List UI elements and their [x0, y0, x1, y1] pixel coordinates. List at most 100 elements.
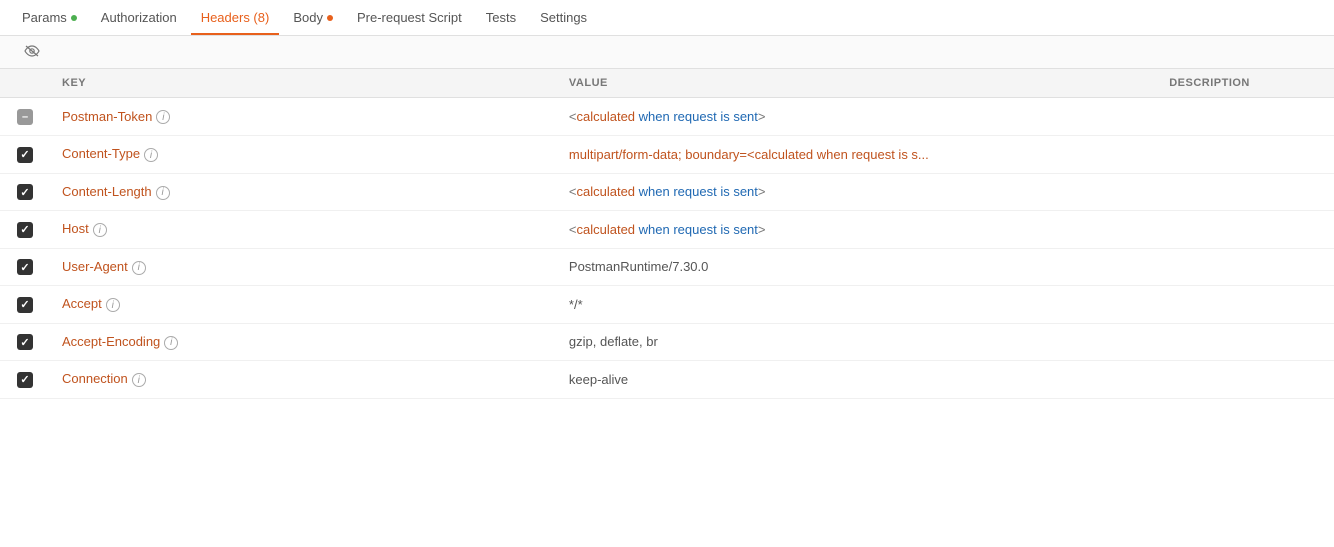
tab-headers[interactable]: Headers (8): [191, 0, 280, 35]
value-text: PostmanRuntime/7.30.0: [569, 259, 708, 274]
tab-authorization[interactable]: Authorization: [91, 0, 187, 35]
checkbox[interactable]: [17, 259, 33, 275]
row-description-cell: [1157, 211, 1334, 249]
row-checkbox-cell[interactable]: [0, 323, 50, 361]
table-row: User-Agent i PostmanRuntime/7.30.0: [0, 248, 1334, 286]
value-text: */*: [569, 297, 583, 312]
row-key-cell: Connection i: [50, 361, 557, 399]
tab-params-label: Params: [22, 10, 67, 25]
checkbox[interactable]: [17, 372, 33, 388]
table-header-row: KEY VALUE DESCRIPTION: [0, 69, 1334, 98]
row-checkbox-cell[interactable]: [0, 361, 50, 399]
checkbox[interactable]: [17, 147, 33, 163]
row-description-cell: [1157, 136, 1334, 174]
tab-tests-label: Tests: [486, 10, 516, 25]
params-dot: [71, 15, 77, 21]
key-text: Accept: [62, 296, 102, 311]
table-row: Hosti <calculated when request is sent>: [0, 211, 1334, 249]
row-key-cell: Hosti: [50, 211, 557, 249]
value-text: <calculated when request is sent>: [569, 109, 766, 124]
row-checkbox-cell[interactable]: [0, 98, 50, 136]
row-value-cell: <calculated when request is sent>: [557, 173, 1157, 211]
col-header-description: DESCRIPTION: [1157, 69, 1334, 98]
info-icon[interactable]: i: [132, 261, 146, 275]
row-key-cell: Content-Length i: [50, 173, 557, 211]
checkbox[interactable]: [17, 184, 33, 200]
value-text: <calculated when request is sent>: [569, 184, 766, 199]
eye-icon: [24, 44, 40, 60]
key-text: Accept-Encoding: [62, 334, 160, 349]
checkbox-checked[interactable]: [17, 147, 33, 163]
tab-settings[interactable]: Settings: [530, 0, 597, 35]
checkbox[interactable]: [17, 334, 33, 350]
col-header-value: VALUE: [557, 69, 1157, 98]
checkbox-checked[interactable]: [17, 222, 33, 238]
row-description-cell: [1157, 248, 1334, 286]
table-row: Postman-Token i <calculated when request i…: [0, 98, 1334, 136]
row-value-cell: <calculated when request is sent>: [557, 211, 1157, 249]
checkbox-checked[interactable]: [17, 184, 33, 200]
tab-body[interactable]: Body: [283, 0, 343, 35]
info-icon[interactable]: i: [93, 223, 107, 237]
row-key-cell: Accepti: [50, 286, 557, 324]
col-header-check: [0, 69, 50, 98]
value-text: multipart/form-data; boundary=<calculate…: [569, 147, 929, 162]
row-value-cell: multipart/form-data; boundary=<calculate…: [557, 136, 1157, 174]
table-row: Accept-Encoding i gzip, deflate, br: [0, 323, 1334, 361]
subtoolbar: [0, 36, 1334, 69]
row-checkbox-cell[interactable]: [0, 211, 50, 249]
checkbox[interactable]: [17, 297, 33, 313]
checkbox[interactable]: [17, 109, 33, 125]
checkbox-partial[interactable]: [17, 109, 33, 125]
tab-tests[interactable]: Tests: [476, 0, 526, 35]
key-text: User-Agent: [62, 259, 128, 274]
tab-bar: Params Authorization Headers (8) Body Pr…: [0, 0, 1334, 36]
row-description-cell: [1157, 98, 1334, 136]
tab-settings-label: Settings: [540, 10, 587, 25]
tab-params[interactable]: Params: [12, 0, 87, 35]
row-value-cell: keep-alive: [557, 361, 1157, 399]
key-text: Content-Length: [62, 184, 152, 199]
info-icon[interactable]: i: [156, 110, 170, 124]
value-text: <calculated when request is sent>: [569, 222, 766, 237]
info-icon[interactable]: i: [106, 298, 120, 312]
row-description-cell: [1157, 361, 1334, 399]
row-value-cell: <calculated when request is sent>: [557, 98, 1157, 136]
tab-pre-request-script[interactable]: Pre-request Script: [347, 0, 472, 35]
key-text: Postman-Token: [62, 109, 152, 124]
col-header-key: KEY: [50, 69, 557, 98]
row-checkbox-cell[interactable]: [0, 136, 50, 174]
info-icon[interactable]: i: [156, 186, 170, 200]
row-key-cell: Accept-Encoding i: [50, 323, 557, 361]
info-icon[interactable]: i: [144, 148, 158, 162]
row-description-cell: [1157, 286, 1334, 324]
row-checkbox-cell[interactable]: [0, 173, 50, 211]
table-row: Connection i keep-alive: [0, 361, 1334, 399]
row-description-cell: [1157, 323, 1334, 361]
value-text: keep-alive: [569, 372, 628, 387]
tab-authorization-label: Authorization: [101, 10, 177, 25]
tab-body-label: Body: [293, 10, 323, 25]
body-dot: [327, 15, 333, 21]
checkbox-checked[interactable]: [17, 297, 33, 313]
headers-table: KEY VALUE DESCRIPTION Postman-Token i <cal…: [0, 69, 1334, 399]
row-checkbox-cell[interactable]: [0, 286, 50, 324]
tab-pre-request-script-label: Pre-request Script: [357, 10, 462, 25]
row-description-cell: [1157, 173, 1334, 211]
tab-headers-label: Headers (8): [201, 10, 270, 25]
checkbox[interactable]: [17, 222, 33, 238]
row-key-cell: User-Agent i: [50, 248, 557, 286]
table-row: Content-Length i <calculated when request …: [0, 173, 1334, 211]
table-row: Accepti */*: [0, 286, 1334, 324]
row-checkbox-cell[interactable]: [0, 248, 50, 286]
row-value-cell: gzip, deflate, br: [557, 323, 1157, 361]
checkbox-checked[interactable]: [17, 334, 33, 350]
info-icon[interactable]: i: [132, 373, 146, 387]
checkbox-checked[interactable]: [17, 259, 33, 275]
checkbox-checked[interactable]: [17, 372, 33, 388]
hide-autogenerated-button[interactable]: [24, 44, 45, 60]
table-row: Content-Typeimultipart/form-data; bounda…: [0, 136, 1334, 174]
info-icon[interactable]: i: [164, 336, 178, 350]
key-text: Connection: [62, 371, 128, 386]
value-text: gzip, deflate, br: [569, 334, 658, 349]
